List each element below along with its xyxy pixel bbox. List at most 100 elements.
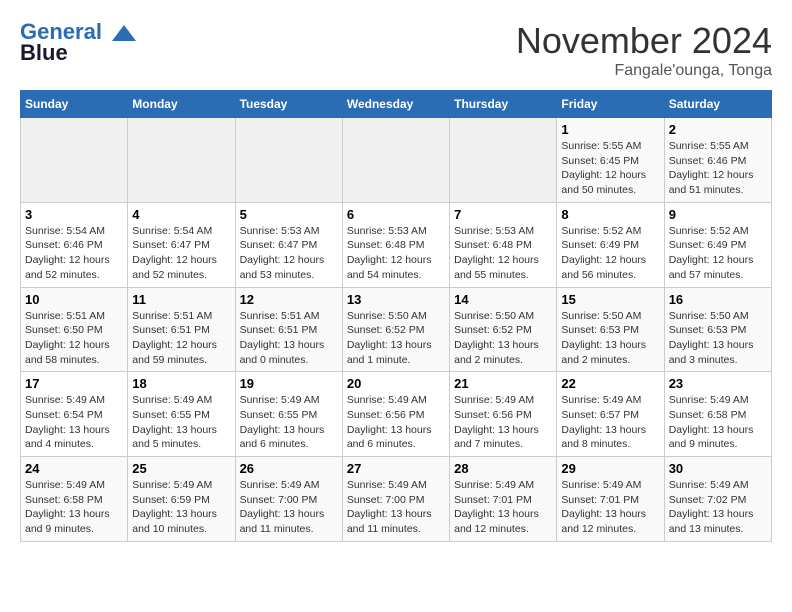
day-info: Sunrise: 5:49 AM Sunset: 6:56 PM Dayligh…: [454, 393, 552, 452]
day-number: 30: [669, 461, 767, 476]
weekday-header-row: SundayMondayTuesdayWednesdayThursdayFrid…: [21, 91, 772, 118]
day-number: 4: [132, 207, 230, 222]
weekday-header-saturday: Saturday: [664, 91, 771, 118]
calendar-cell: 23 Sunrise: 5:49 AM Sunset: 6:58 PM Dayli…: [664, 372, 771, 457]
day-number: 11: [132, 292, 230, 307]
calendar-cell: 17 Sunrise: 5:49 AM Sunset: 6:54 PM Dayli…: [21, 372, 128, 457]
day-number: 3: [25, 207, 123, 222]
day-number: 21: [454, 376, 552, 391]
week-row-0: 1Sunrise: 5:55 AM Sunset: 6:45 PM Daylig…: [21, 118, 772, 203]
logo: General Blue: [20, 20, 140, 66]
calendar-cell: 6Sunrise: 5:53 AM Sunset: 6:48 PM Daylig…: [342, 202, 449, 287]
day-info: Sunrise: 5:49 AM Sunset: 7:01 PM Dayligh…: [454, 478, 552, 537]
day-number: 27: [347, 461, 445, 476]
calendar-cell: [342, 118, 449, 203]
day-number: 25: [132, 461, 230, 476]
day-info: Sunrise: 5:53 AM Sunset: 6:47 PM Dayligh…: [240, 224, 338, 283]
calendar-table: SundayMondayTuesdayWednesdayThursdayFrid…: [20, 90, 772, 542]
calendar-cell: [450, 118, 557, 203]
day-info: Sunrise: 5:54 AM Sunset: 6:46 PM Dayligh…: [25, 224, 123, 283]
day-info: Sunrise: 5:49 AM Sunset: 7:00 PM Dayligh…: [347, 478, 445, 537]
day-number: 28: [454, 461, 552, 476]
day-info: Sunrise: 5:52 AM Sunset: 6:49 PM Dayligh…: [561, 224, 659, 283]
page-header: General Blue November 2024 Fangale'ounga…: [20, 20, 772, 80]
day-info: Sunrise: 5:49 AM Sunset: 6:58 PM Dayligh…: [669, 393, 767, 452]
day-number: 5: [240, 207, 338, 222]
day-info: Sunrise: 5:51 AM Sunset: 6:51 PM Dayligh…: [132, 309, 230, 368]
calendar-cell: 21 Sunrise: 5:49 AM Sunset: 6:56 PM Dayli…: [450, 372, 557, 457]
calendar-cell: 5 Sunrise: 5:53 AM Sunset: 6:47 PM Daylig…: [235, 202, 342, 287]
day-info: Sunrise: 5:50 AM Sunset: 6:52 PM Dayligh…: [347, 309, 445, 368]
day-number: 16: [669, 292, 767, 307]
day-number: 23: [669, 376, 767, 391]
day-info: Sunrise: 5:49 AM Sunset: 7:01 PM Dayligh…: [561, 478, 659, 537]
day-info: Sunrise: 5:51 AM Sunset: 6:51 PM Dayligh…: [240, 309, 338, 368]
day-number: 9: [669, 207, 767, 222]
day-info: Sunrise: 5:49 AM Sunset: 6:57 PM Dayligh…: [561, 393, 659, 452]
day-info: Sunrise: 5:49 AM Sunset: 6:54 PM Dayligh…: [25, 393, 123, 452]
day-number: 13: [347, 292, 445, 307]
day-number: 17: [25, 376, 123, 391]
title-section: November 2024 Fangale'ounga, Tonga: [516, 20, 772, 80]
week-row-1: 3 Sunrise: 5:54 AM Sunset: 6:46 PM Daylig…: [21, 202, 772, 287]
day-info: Sunrise: 5:55 AM Sunset: 6:45 PM Dayligh…: [561, 139, 659, 198]
week-row-3: 17 Sunrise: 5:49 AM Sunset: 6:54 PM Dayli…: [21, 372, 772, 457]
calendar-cell: 25 Sunrise: 5:49 AM Sunset: 6:59 PM Dayli…: [128, 457, 235, 542]
calendar-cell: 28 Sunrise: 5:49 AM Sunset: 7:01 PM Dayli…: [450, 457, 557, 542]
day-info: Sunrise: 5:49 AM Sunset: 6:55 PM Dayligh…: [132, 393, 230, 452]
day-number: 19: [240, 376, 338, 391]
calendar-cell: 8 Sunrise: 5:52 AM Sunset: 6:49 PM Daylig…: [557, 202, 664, 287]
calendar-cell: 19 Sunrise: 5:49 AM Sunset: 6:55 PM Dayli…: [235, 372, 342, 457]
day-info: Sunrise: 5:54 AM Sunset: 6:47 PM Dayligh…: [132, 224, 230, 283]
calendar-cell: 15 Sunrise: 5:50 AM Sunset: 6:53 PM Dayli…: [557, 287, 664, 372]
day-info: Sunrise: 5:49 AM Sunset: 6:55 PM Dayligh…: [240, 393, 338, 452]
calendar-cell: 3 Sunrise: 5:54 AM Sunset: 6:46 PM Daylig…: [21, 202, 128, 287]
calendar-cell: 26Sunrise: 5:49 AM Sunset: 7:00 PM Dayli…: [235, 457, 342, 542]
calendar-cell: 20 Sunrise: 5:49 AM Sunset: 6:56 PM Dayli…: [342, 372, 449, 457]
day-info: Sunrise: 5:49 AM Sunset: 7:02 PM Dayligh…: [669, 478, 767, 537]
calendar-cell: 12 Sunrise: 5:51 AM Sunset: 6:51 PM Dayli…: [235, 287, 342, 372]
day-number: 12: [240, 292, 338, 307]
day-number: 7: [454, 207, 552, 222]
month-title: November 2024: [516, 20, 772, 62]
day-info: Sunrise: 5:52 AM Sunset: 6:49 PM Dayligh…: [669, 224, 767, 283]
day-info: Sunrise: 5:53 AM Sunset: 6:48 PM Dayligh…: [454, 224, 552, 283]
day-info: Sunrise: 5:49 AM Sunset: 6:58 PM Dayligh…: [25, 478, 123, 537]
day-number: 8: [561, 207, 659, 222]
calendar-cell: 24 Sunrise: 5:49 AM Sunset: 6:58 PM Dayli…: [21, 457, 128, 542]
calendar-cell: 11 Sunrise: 5:51 AM Sunset: 6:51 PM Dayli…: [128, 287, 235, 372]
day-info: Sunrise: 5:49 AM Sunset: 7:00 PM Dayligh…: [240, 478, 338, 537]
location-subtitle: Fangale'ounga, Tonga: [516, 62, 772, 80]
calendar-cell: 7 Sunrise: 5:53 AM Sunset: 6:48 PM Daylig…: [450, 202, 557, 287]
logo-icon: [110, 23, 138, 43]
week-row-4: 24 Sunrise: 5:49 AM Sunset: 6:58 PM Dayli…: [21, 457, 772, 542]
day-info: Sunrise: 5:49 AM Sunset: 6:59 PM Dayligh…: [132, 478, 230, 537]
calendar-cell: 27 Sunrise: 5:49 AM Sunset: 7:00 PM Dayli…: [342, 457, 449, 542]
weekday-header-thursday: Thursday: [450, 91, 557, 118]
day-number: 15: [561, 292, 659, 307]
calendar-cell: [128, 118, 235, 203]
calendar-cell: 9 Sunrise: 5:52 AM Sunset: 6:49 PM Daylig…: [664, 202, 771, 287]
calendar-cell: 16Sunrise: 5:50 AM Sunset: 6:53 PM Dayli…: [664, 287, 771, 372]
day-number: 24: [25, 461, 123, 476]
calendar-cell: 2 Sunrise: 5:55 AM Sunset: 6:46 PM Daylig…: [664, 118, 771, 203]
day-number: 22: [561, 376, 659, 391]
weekday-header-wednesday: Wednesday: [342, 91, 449, 118]
calendar-cell: [21, 118, 128, 203]
day-number: 6: [347, 207, 445, 222]
calendar-cell: 10Sunrise: 5:51 AM Sunset: 6:50 PM Dayli…: [21, 287, 128, 372]
calendar-cell: 4 Sunrise: 5:54 AM Sunset: 6:47 PM Daylig…: [128, 202, 235, 287]
day-number: 29: [561, 461, 659, 476]
calendar-cell: 22 Sunrise: 5:49 AM Sunset: 6:57 PM Dayli…: [557, 372, 664, 457]
day-number: 2: [669, 122, 767, 137]
day-info: Sunrise: 5:55 AM Sunset: 6:46 PM Dayligh…: [669, 139, 767, 198]
calendar-cell: 13 Sunrise: 5:50 AM Sunset: 6:52 PM Dayli…: [342, 287, 449, 372]
calendar-cell: 1Sunrise: 5:55 AM Sunset: 6:45 PM Daylig…: [557, 118, 664, 203]
day-info: Sunrise: 5:50 AM Sunset: 6:53 PM Dayligh…: [561, 309, 659, 368]
day-info: Sunrise: 5:49 AM Sunset: 6:56 PM Dayligh…: [347, 393, 445, 452]
calendar-cell: 18Sunrise: 5:49 AM Sunset: 6:55 PM Dayli…: [128, 372, 235, 457]
day-number: 20: [347, 376, 445, 391]
calendar-cell: 29 Sunrise: 5:49 AM Sunset: 7:01 PM Dayli…: [557, 457, 664, 542]
day-number: 10: [25, 292, 123, 307]
weekday-header-tuesday: Tuesday: [235, 91, 342, 118]
